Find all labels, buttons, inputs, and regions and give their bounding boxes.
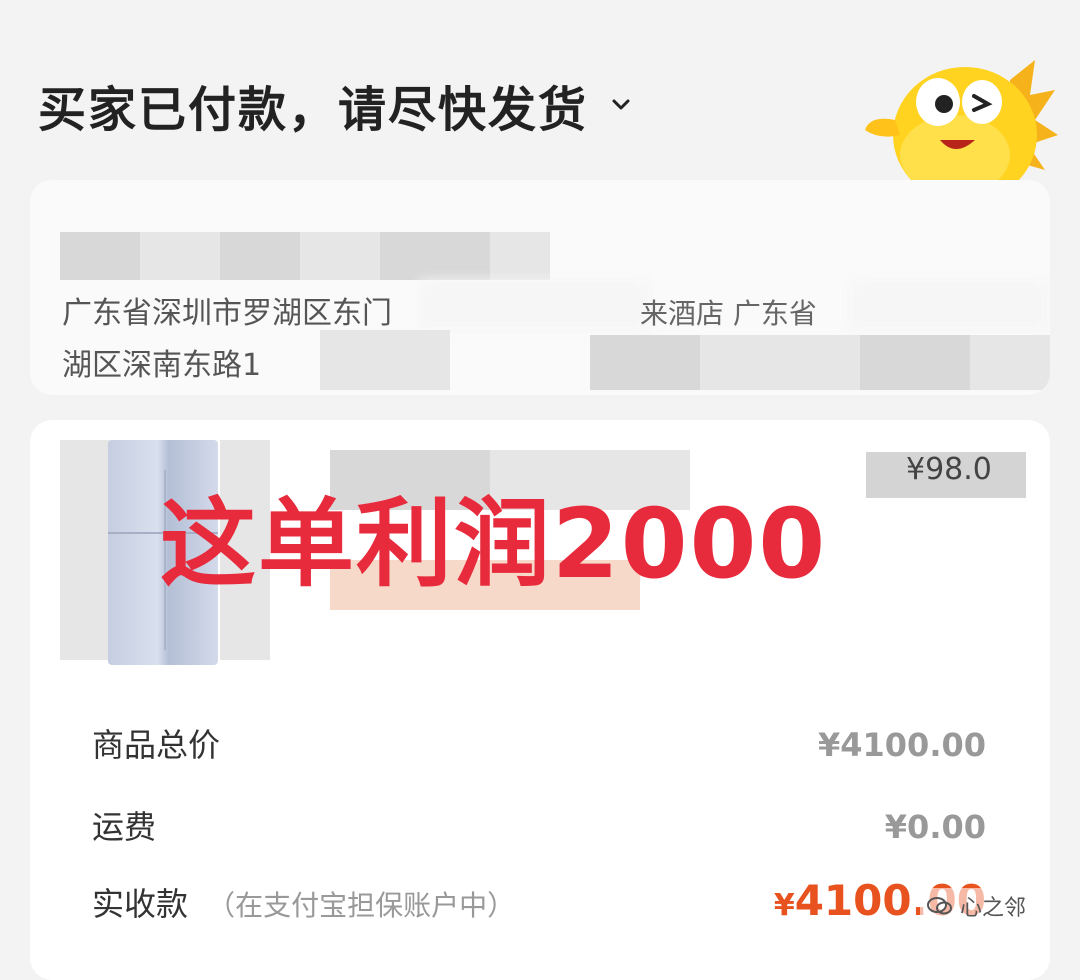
redacted-name bbox=[220, 232, 300, 280]
redacted-product-info bbox=[60, 440, 110, 660]
goods-total-row: 商品总价 ¥4100.00 bbox=[92, 720, 986, 766]
redaction-smear bbox=[420, 280, 650, 330]
received-label: 实收款 bbox=[92, 885, 189, 923]
redacted-phone bbox=[380, 232, 490, 280]
order-status-title: 买家已付款，请尽快发货 bbox=[38, 82, 589, 138]
profit-overlay-text: 这单利润2000 bbox=[160, 488, 828, 600]
redacted-address bbox=[590, 335, 700, 390]
wechat-icon bbox=[927, 897, 952, 915]
watermark-text: 心之邻 bbox=[960, 896, 1027, 921]
shipping-label: 运费 bbox=[92, 808, 157, 846]
redaction-smear bbox=[850, 280, 1050, 330]
redacted-name bbox=[300, 232, 380, 280]
redacted-name bbox=[60, 232, 140, 280]
shipping-row: 运费 ¥0.00 bbox=[92, 802, 986, 848]
address-line-2: 湖区深南东路1 bbox=[62, 348, 262, 383]
order-status-header[interactable]: 买家已付款，请尽快发货 bbox=[38, 70, 636, 140]
shipping-value: ¥0.00 bbox=[884, 808, 986, 846]
product-price-text: ¥98.0 bbox=[906, 452, 992, 487]
goods-total-value: ¥4100.00 bbox=[817, 726, 986, 764]
goods-total-label: 商品总价 bbox=[92, 726, 221, 764]
redacted-address bbox=[860, 335, 970, 390]
address-line-1: 广东省深圳市罗湖区东门 bbox=[62, 296, 392, 331]
currency-symbol: ¥ bbox=[773, 888, 795, 923]
redacted-address bbox=[970, 335, 1050, 390]
address-line-1-tail: 来酒店 广东省 bbox=[640, 297, 817, 330]
redacted-name bbox=[140, 232, 220, 280]
chevron-down-icon[interactable] bbox=[606, 90, 636, 120]
product-price: ¥98.0 bbox=[866, 452, 1026, 498]
address-card[interactable]: 广东省深圳市罗湖区东门 来酒店 广东省 湖区深南东路1 bbox=[30, 180, 1050, 395]
redacted-address bbox=[320, 330, 450, 390]
received-row: 实收款 （在支付宝担保账户中） ¥4100.00 bbox=[92, 876, 986, 925]
redacted-address bbox=[700, 335, 860, 390]
watermark: 心之邻 bbox=[920, 888, 1033, 924]
redacted-phone bbox=[490, 232, 550, 280]
received-note: （在支付宝担保账户中） bbox=[207, 889, 516, 922]
